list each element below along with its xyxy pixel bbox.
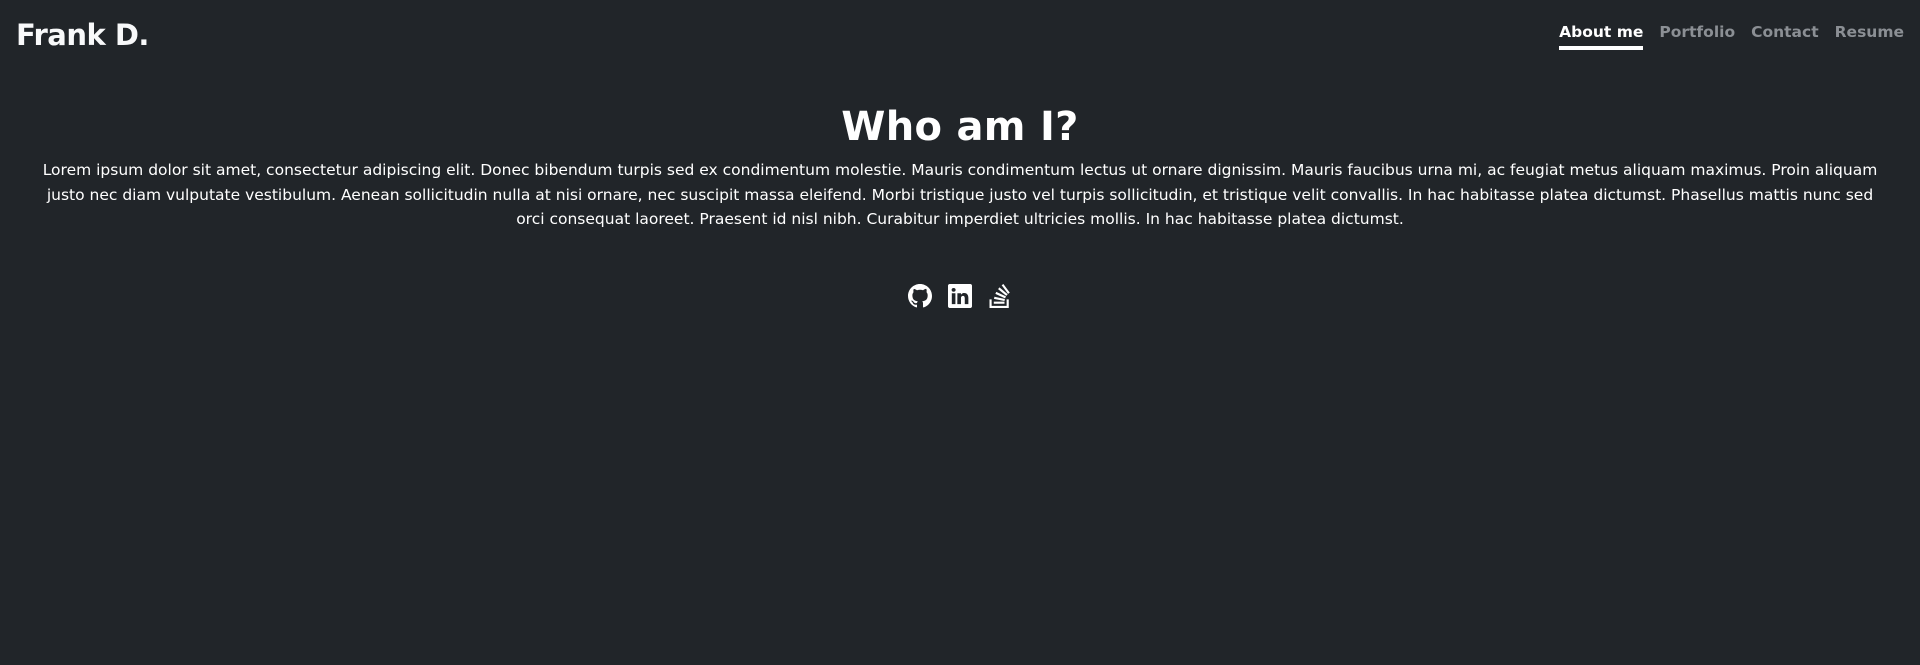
brand-name[interactable]: Frank D. bbox=[16, 18, 149, 52]
github-icon bbox=[908, 283, 932, 307]
nav-link-portfolio[interactable]: Portfolio bbox=[1659, 23, 1735, 50]
main-nav: About me Portfolio Contact Resume bbox=[1559, 22, 1904, 50]
nav-link-contact[interactable]: Contact bbox=[1751, 23, 1819, 50]
social-links bbox=[38, 283, 1882, 308]
bio-paragraph: Lorem ipsum dolor sit amet, consectetur … bbox=[42, 161, 1878, 228]
nav-link-resume[interactable]: Resume bbox=[1835, 23, 1904, 50]
nav-item-portfolio: Portfolio bbox=[1659, 22, 1735, 50]
stackoverflow-link[interactable] bbox=[988, 283, 1012, 308]
page-title: Who am I? bbox=[841, 104, 1079, 150]
site-header: Frank D. About me Portfolio Contact Resu… bbox=[0, 0, 1920, 72]
nav-item-resume: Resume bbox=[1835, 22, 1904, 50]
nav-link-about-me[interactable]: About me bbox=[1559, 23, 1644, 50]
linkedin-icon bbox=[948, 283, 972, 308]
stackoverflow-icon bbox=[989, 283, 1010, 308]
nav-item-about: About me bbox=[1559, 22, 1644, 50]
github-link[interactable] bbox=[908, 283, 932, 308]
about-section: Who am I? Lorem ipsum dolor sit amet, co… bbox=[0, 104, 1920, 308]
nav-item-contact: Contact bbox=[1751, 22, 1819, 50]
linkedin-link[interactable] bbox=[948, 283, 972, 308]
